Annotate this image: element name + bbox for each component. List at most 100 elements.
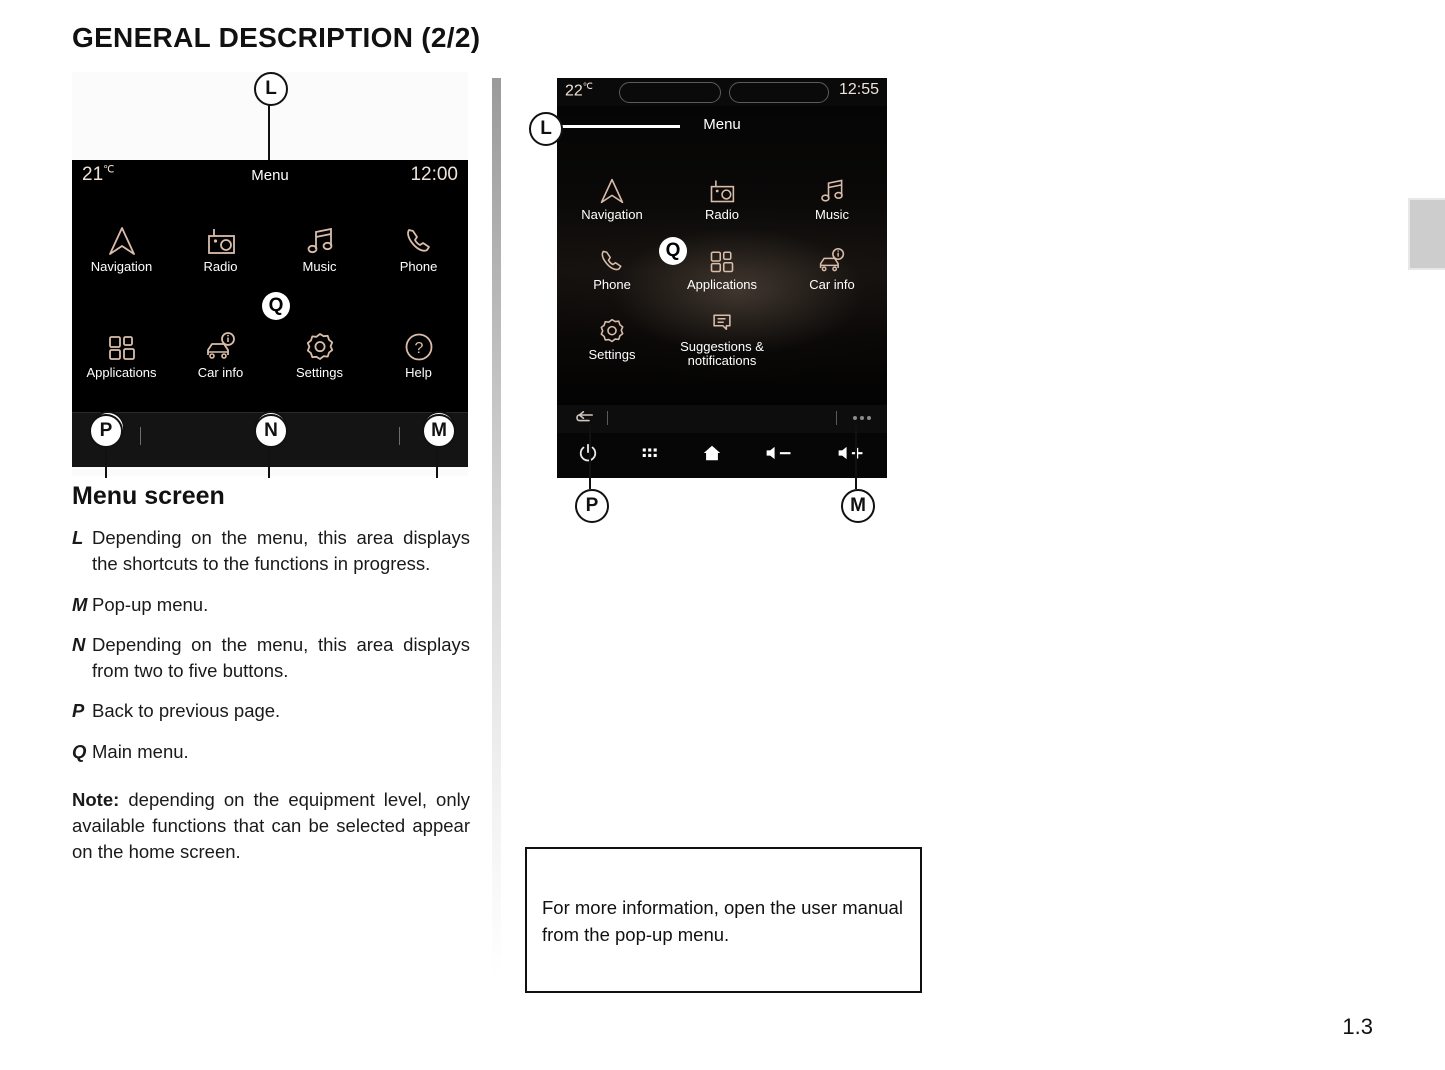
leader-line-n-left [268, 450, 270, 478]
description-item-m: M Pop-up menu. [72, 592, 470, 618]
tile-radio[interactable]: Radio [667, 164, 777, 234]
tile-label: Help [405, 364, 432, 380]
item-text: Depending on the menu, this area display… [92, 633, 470, 682]
tile-label: Suggestions & notifications [680, 339, 764, 368]
item-key: L [72, 527, 84, 548]
item-key: M [72, 593, 88, 615]
music-note-icon [817, 177, 847, 205]
portrait-hardware-bar [557, 433, 887, 478]
description-item-n: N Depending on the menu, this area displ… [72, 632, 470, 685]
page-number: 1.3 [1342, 1014, 1373, 1039]
description-column: Menu screen L Depending on the menu, thi… [72, 482, 470, 884]
screen-title: Menu [251, 167, 289, 184]
tile-car-info[interactable]: Car info [171, 302, 270, 408]
tile-help[interactable]: ? Help [369, 302, 468, 408]
temperature-readout: 22℃ [565, 81, 593, 100]
portrait-tile-grid: Navigation Radio Music Phone Application… [557, 164, 887, 374]
tile-navigation[interactable]: Navigation [557, 164, 667, 234]
tile-label: Navigation [90, 258, 153, 274]
section-heading: Menu screen [72, 482, 225, 510]
clock-readout: 12:00 [410, 164, 458, 185]
volume-down-icon[interactable] [764, 443, 794, 468]
back-arrow-icon[interactable] [573, 410, 597, 433]
info-box: For more information, open the user manu… [525, 847, 922, 993]
apps-dots-icon[interactable] [640, 443, 660, 468]
phone-handset-icon [402, 225, 436, 257]
radio-icon [707, 177, 737, 205]
car-info-icon [204, 331, 238, 363]
leader-line-p-right [589, 425, 591, 489]
chapter-edge-tab [1408, 198, 1445, 270]
description-item-q: Q Main menu. [72, 739, 470, 765]
callout-n-left-marker: N [254, 414, 288, 448]
tile-radio[interactable]: Radio [171, 196, 270, 302]
tile-label: Car info [809, 276, 855, 292]
info-box-text: For more information, open the user manu… [542, 897, 903, 945]
tile-settings[interactable]: Settings [557, 304, 667, 374]
callout-p-right: P [575, 489, 609, 523]
note-label: Note: [72, 788, 120, 810]
leader-line-m-left [436, 450, 438, 478]
phone-handset-icon [597, 247, 627, 275]
item-key: Q [72, 740, 87, 762]
item-key: N [72, 633, 86, 655]
tile-settings[interactable]: Settings [270, 302, 369, 408]
item-key: P [72, 700, 85, 722]
leader-line-m-right [855, 425, 857, 489]
tile-label: Applications [86, 364, 157, 380]
tile-label: Phone [593, 276, 631, 292]
note-paragraph: Note: depending on the equipment level, … [72, 787, 470, 866]
status-shortcut-pill-1[interactable] [619, 82, 721, 103]
item-text: Back to previous page. [92, 700, 281, 722]
right-illustration: 22℃ 12:55 Menu Navigation Radio Music Ph… [557, 78, 887, 478]
leader-line-l-left [268, 102, 270, 160]
power-icon[interactable] [578, 443, 598, 468]
tile-label: Settings [296, 364, 343, 380]
music-note-icon [303, 225, 337, 257]
tile-car-info[interactable]: Car info [777, 234, 887, 304]
tile-label: Music [815, 206, 849, 222]
callout-m-right: M [841, 489, 875, 523]
portrait-screen-body: Menu Navigation Radio Music Phone Applic… [557, 106, 887, 405]
tile-applications[interactable]: Applications [72, 302, 171, 408]
tile-music[interactable]: Music [270, 196, 369, 302]
apps-grid-icon [707, 247, 737, 275]
tile-music[interactable]: Music [777, 164, 887, 234]
tile-label: Radio [203, 258, 238, 274]
tile-label: Applications [686, 276, 758, 292]
tile-navigation[interactable]: Navigation [72, 196, 171, 302]
tile-label: Music [302, 258, 337, 274]
tile-suggestions-notifications[interactable]: Suggestions & notifications [667, 304, 777, 374]
leader-line-l-right [560, 125, 680, 128]
page-title: GENERAL DESCRIPTION (2/2) [72, 22, 481, 53]
bottom-bar-separator-right [836, 411, 837, 425]
tile-phone[interactable]: Phone [557, 234, 667, 304]
column-divider [492, 78, 501, 978]
item-text: Main menu. [92, 740, 189, 762]
svg-text:?: ? [414, 340, 423, 357]
callout-l-right: L [529, 112, 563, 146]
callout-p-left-marker: P [89, 414, 123, 448]
status-shortcut-pill-2[interactable] [729, 82, 829, 103]
radio-icon [204, 225, 238, 257]
navigation-arrow-icon [105, 225, 139, 257]
bottom-bar-separator-right [399, 427, 400, 445]
description-item-p: P Back to previous page. [72, 698, 470, 724]
clock-readout: 12:55 [838, 81, 879, 98]
more-dots-icon[interactable] [853, 416, 871, 420]
callout-l-left: L [254, 72, 288, 106]
callout-m-left-marker: M [422, 414, 456, 448]
bottom-bar-separator-left [140, 427, 141, 445]
tile-label: Navigation [581, 206, 643, 222]
description-item-l: L Depending on the menu, this area displ… [72, 525, 470, 578]
landscape-status-bar: 21℃ Menu 12:00 [72, 160, 468, 194]
car-info-icon [817, 247, 847, 275]
volume-up-icon[interactable] [836, 443, 866, 468]
tile-phone[interactable]: Phone [369, 196, 468, 302]
callout-q-left: Q [262, 292, 290, 320]
home-icon[interactable] [702, 443, 722, 468]
item-text: Pop-up menu. [92, 593, 209, 615]
callout-q-right: Q [659, 237, 687, 265]
tile-label: Phone [399, 258, 438, 274]
bottom-bar-separator-left [607, 411, 608, 425]
